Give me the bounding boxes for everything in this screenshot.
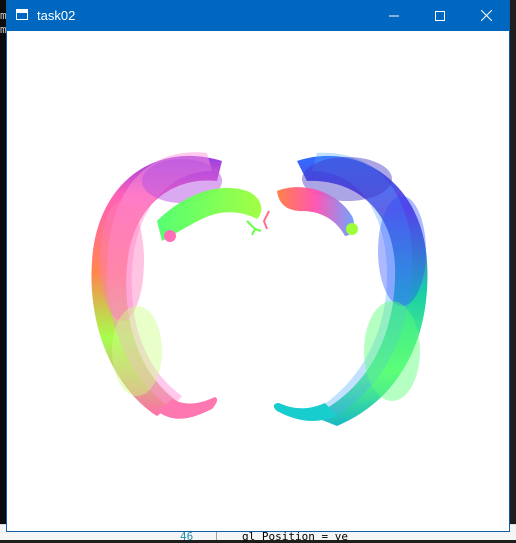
minimize-button[interactable]: [371, 0, 417, 31]
minimize-icon: [389, 15, 399, 16]
app-window: task02: [7, 0, 509, 531]
maximize-button[interactable]: [417, 0, 463, 31]
terminal-char: m: [0, 9, 7, 22]
window-title: task02: [37, 8, 76, 23]
close-button[interactable]: [463, 0, 509, 31]
render-canvas[interactable]: [7, 31, 509, 531]
maximize-icon: [435, 10, 445, 21]
window-app-icon: [16, 9, 28, 20]
terminal-char: m: [0, 23, 7, 36]
editor-code-line: gl_Position = ve: [242, 530, 348, 543]
editor-line-number: 46: [180, 530, 194, 543]
rendered-scene: [91, 152, 428, 426]
close-icon: [480, 10, 492, 21]
title-bar[interactable]: task02: [7, 0, 509, 31]
